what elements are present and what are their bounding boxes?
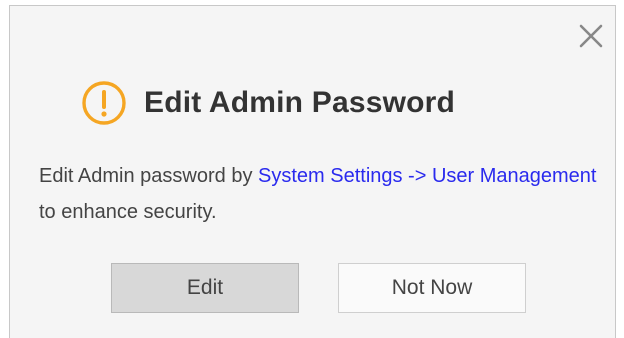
close-button[interactable] <box>577 22 605 50</box>
not-now-button[interactable]: Not Now <box>338 263 526 313</box>
system-settings-user-management-link[interactable]: System Settings -> User Management <box>258 165 596 187</box>
message-text-before: Edit Admin password by <box>39 165 258 187</box>
warning-icon <box>82 81 126 125</box>
close-icon <box>579 24 603 48</box>
dialog-header: Edit Admin Password <box>81 79 455 127</box>
dialog-title: Edit Admin Password <box>144 86 456 119</box>
edit-button[interactable]: Edit <box>111 263 299 313</box>
edit-admin-password-dialog: Edit Admin Password Edit Admin password … <box>9 5 616 338</box>
dialog-message: Edit Admin password by System Settings -… <box>39 158 609 230</box>
message-text-after: to enhance security. <box>39 201 217 223</box>
